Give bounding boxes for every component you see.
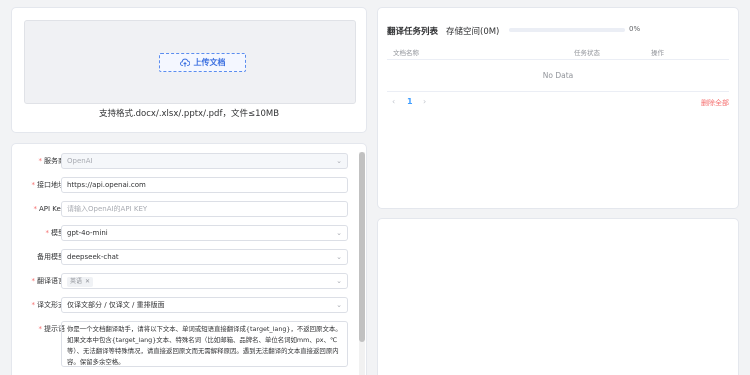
chevron-down-icon: ⌄ xyxy=(336,277,342,285)
language-label: * 翻译语言 xyxy=(31,277,66,285)
prompt-textarea[interactable]: 你是一个文档翻译助手，请将以下文本、单词或短语直接翻译成{target_lang… xyxy=(61,321,348,367)
task-list-card: 翻译任务列表 存储空间(0M) 0% 文档名称 任务状态 操作 No Data … xyxy=(377,7,739,209)
preview-card xyxy=(377,218,739,375)
translation-form-row: * 译文形式 仅译文部分 / 仅译文 / 重排版面 ⌄ xyxy=(12,297,357,313)
column-header-actions: 操作 xyxy=(651,49,664,57)
pager-next-button[interactable]: › xyxy=(423,97,426,106)
scrollbar-thumb[interactable] xyxy=(359,152,365,342)
model-select[interactable]: gpt-4o-mini ⌄ xyxy=(61,225,348,241)
storage-percent: 0% xyxy=(629,25,641,33)
endpoint-label: * 接口地址 xyxy=(31,181,66,189)
translation-form-label: * 译文形式 xyxy=(31,301,66,309)
empty-table-text: No Data xyxy=(542,71,574,80)
language-tag: 英语 ✕ xyxy=(67,277,94,287)
backup-model-select[interactable]: deepseek-chat ⌄ xyxy=(61,249,348,265)
column-header-filename: 文档名称 xyxy=(393,49,419,57)
pager-prev-button[interactable]: ‹ xyxy=(392,97,395,106)
model-row: * 模型 gpt-4o-mini ⌄ xyxy=(12,225,357,241)
task-list-title: 翻译任务列表 xyxy=(387,27,439,37)
upload-formats-hint: 支持格式.docx/.xlsx/.pptx/.pdf，文件≤10MB xyxy=(98,109,280,119)
endpoint-row: * 接口地址 https://api.openai.com xyxy=(12,177,357,193)
delete-all-button[interactable]: 删除全部 xyxy=(701,98,729,108)
service-select[interactable]: OpenAI ⌄ xyxy=(61,153,348,169)
pager-current-page[interactable]: 1 xyxy=(407,97,413,106)
chevron-down-icon: ⌄ xyxy=(336,229,342,237)
table-divider xyxy=(387,91,729,92)
close-icon[interactable]: ✕ xyxy=(85,278,90,285)
prompt-row: * 提示语 你是一个文档翻译助手，请将以下文本、单词或短语直接翻译成{target… xyxy=(12,321,357,367)
storage-label: 存储空间(0M) xyxy=(446,27,500,37)
upload-dropzone[interactable]: 上传文档 xyxy=(24,20,356,104)
upload-button[interactable]: 上传文档 xyxy=(159,53,246,72)
language-select[interactable]: 英语 ✕ ⌄ xyxy=(61,273,348,289)
endpoint-input[interactable]: https://api.openai.com xyxy=(61,177,348,193)
storage-progress-bar xyxy=(509,28,625,32)
chevron-down-icon: ⌄ xyxy=(336,253,342,261)
api-key-row: * API Key 请输入OpenAI的API KEY xyxy=(12,201,357,217)
settings-scrollbar[interactable] xyxy=(359,152,365,375)
chevron-down-icon: ⌄ xyxy=(336,157,342,165)
chevron-down-icon: ⌄ xyxy=(336,301,342,309)
upload-card: 上传文档 支持格式.docx/.xlsx/.pptx/.pdf，文件≤10MB xyxy=(11,7,367,133)
column-header-status: 任务状态 xyxy=(574,49,600,57)
translation-form-select[interactable]: 仅译文部分 / 仅译文 / 重排版面 ⌄ xyxy=(61,297,348,313)
service-row: * 服务商 OpenAI ⌄ xyxy=(12,153,357,169)
upload-button-label: 上传文档 xyxy=(193,58,226,67)
cloud-upload-icon xyxy=(179,58,190,67)
language-row: * 翻译语言 英语 ✕ ⌄ xyxy=(12,273,357,289)
table-header-divider xyxy=(387,59,729,60)
api-key-input[interactable]: 请输入OpenAI的API KEY xyxy=(61,201,348,217)
settings-card: * 服务商 OpenAI ⌄ * 接口地址 https://api.openai.co… xyxy=(11,143,367,375)
backup-model-row: 备用模型 deepseek-chat ⌄ xyxy=(12,249,357,265)
